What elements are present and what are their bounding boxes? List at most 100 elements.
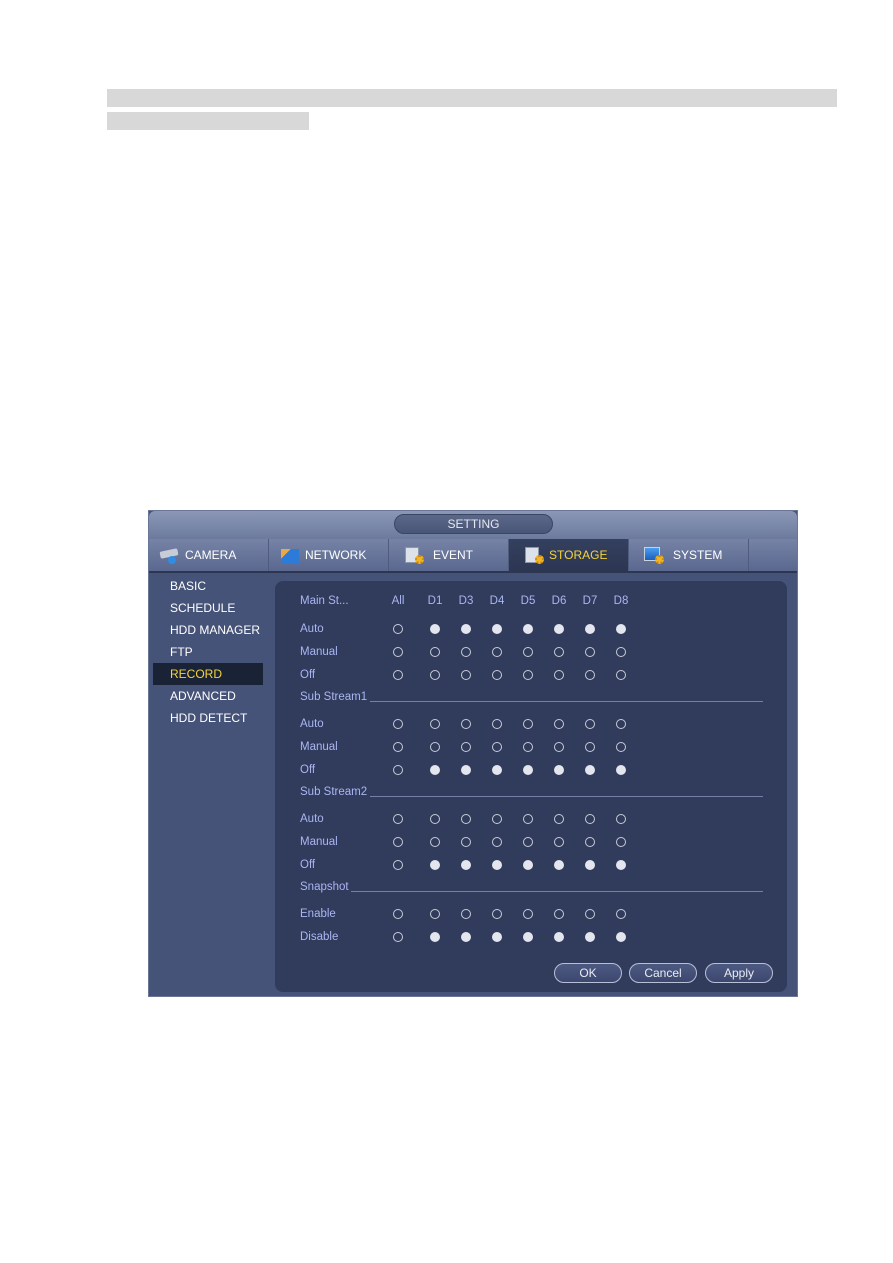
radio-button[interactable] <box>430 932 440 942</box>
radio-button[interactable] <box>492 742 502 752</box>
radio-button[interactable] <box>492 932 502 942</box>
cancel-button[interactable]: Cancel <box>629 963 697 983</box>
radio-button[interactable] <box>430 860 440 870</box>
radio-button[interactable] <box>585 719 595 729</box>
radio-button[interactable] <box>523 647 533 657</box>
radio-button[interactable] <box>492 624 502 634</box>
tab-storage[interactable]: STORAGE <box>509 539 629 571</box>
radio-button[interactable] <box>585 670 595 680</box>
radio-button[interactable] <box>585 647 595 657</box>
radio-button[interactable] <box>461 742 471 752</box>
sidebar-item-hdd-detect[interactable]: HDD DETECT <box>153 707 263 729</box>
radio-button[interactable] <box>616 719 626 729</box>
radio-button[interactable] <box>523 742 533 752</box>
radio-button[interactable] <box>523 765 533 775</box>
radio-button[interactable] <box>585 837 595 847</box>
tab-event[interactable]: EVENT <box>389 539 509 571</box>
radio-button[interactable] <box>393 860 403 870</box>
radio-button[interactable] <box>616 765 626 775</box>
tab-camera[interactable]: CAMERA <box>149 539 269 571</box>
radio-button[interactable] <box>461 860 471 870</box>
radio-button[interactable] <box>461 719 471 729</box>
sidebar-item-record[interactable]: RECORD <box>153 663 263 685</box>
radio-button[interactable] <box>616 860 626 870</box>
radio-button[interactable] <box>393 837 403 847</box>
sidebar-item-basic[interactable]: BASIC <box>153 575 263 597</box>
radio-button[interactable] <box>554 719 564 729</box>
radio-button[interactable] <box>393 647 403 657</box>
radio-button[interactable] <box>393 742 403 752</box>
radio-button[interactable] <box>523 624 533 634</box>
radio-button[interactable] <box>492 909 502 919</box>
ok-button[interactable]: OK <box>554 963 622 983</box>
radio-button[interactable] <box>585 742 595 752</box>
radio-button[interactable] <box>430 742 440 752</box>
radio-button[interactable] <box>492 765 502 775</box>
tab-system[interactable]: SYSTEM <box>629 539 749 571</box>
radio-button[interactable] <box>585 814 595 824</box>
radio-button[interactable] <box>393 765 403 775</box>
radio-button[interactable] <box>461 624 471 634</box>
radio-button[interactable] <box>554 909 564 919</box>
radio-button[interactable] <box>523 932 533 942</box>
radio-button[interactable] <box>430 909 440 919</box>
radio-button[interactable] <box>393 909 403 919</box>
radio-button[interactable] <box>523 670 533 680</box>
radio-button[interactable] <box>393 814 403 824</box>
radio-button[interactable] <box>523 837 533 847</box>
radio-button[interactable] <box>461 909 471 919</box>
radio-button[interactable] <box>492 860 502 870</box>
radio-button[interactable] <box>616 932 626 942</box>
radio-button[interactable] <box>492 719 502 729</box>
radio-button[interactable] <box>393 719 403 729</box>
radio-button[interactable] <box>393 932 403 942</box>
radio-button[interactable] <box>492 837 502 847</box>
radio-button[interactable] <box>523 909 533 919</box>
radio-button[interactable] <box>554 860 564 870</box>
radio-button[interactable] <box>585 860 595 870</box>
radio-button[interactable] <box>616 647 626 657</box>
radio-button[interactable] <box>554 647 564 657</box>
radio-button[interactable] <box>616 837 626 847</box>
sidebar-item-advanced[interactable]: ADVANCED <box>153 685 263 707</box>
radio-button[interactable] <box>393 624 403 634</box>
radio-button[interactable] <box>554 742 564 752</box>
radio-button[interactable] <box>554 932 564 942</box>
radio-button[interactable] <box>430 647 440 657</box>
radio-button[interactable] <box>616 814 626 824</box>
radio-button[interactable] <box>461 932 471 942</box>
radio-button[interactable] <box>430 670 440 680</box>
radio-button[interactable] <box>523 814 533 824</box>
radio-button[interactable] <box>585 932 595 942</box>
radio-button[interactable] <box>616 670 626 680</box>
radio-button[interactable] <box>461 814 471 824</box>
radio-button[interactable] <box>585 765 595 775</box>
radio-button[interactable] <box>461 647 471 657</box>
radio-button[interactable] <box>430 765 440 775</box>
radio-button[interactable] <box>523 860 533 870</box>
radio-button[interactable] <box>554 670 564 680</box>
tab-network[interactable]: NETWORK <box>269 539 389 571</box>
radio-button[interactable] <box>461 837 471 847</box>
radio-button[interactable] <box>616 909 626 919</box>
radio-button[interactable] <box>554 765 564 775</box>
radio-button[interactable] <box>492 647 502 657</box>
radio-button[interactable] <box>585 909 595 919</box>
sidebar-item-ftp[interactable]: FTP <box>153 641 263 663</box>
radio-button[interactable] <box>461 670 471 680</box>
radio-button[interactable] <box>554 814 564 824</box>
radio-button[interactable] <box>585 624 595 634</box>
apply-button[interactable]: Apply <box>705 963 773 983</box>
sidebar-item-hdd-manager[interactable]: HDD MANAGER <box>153 619 263 641</box>
radio-button[interactable] <box>430 719 440 729</box>
radio-button[interactable] <box>616 742 626 752</box>
radio-button[interactable] <box>554 624 564 634</box>
radio-button[interactable] <box>430 624 440 634</box>
radio-button[interactable] <box>430 814 440 824</box>
radio-button[interactable] <box>492 814 502 824</box>
radio-button[interactable] <box>430 837 440 847</box>
radio-button[interactable] <box>616 624 626 634</box>
radio-button[interactable] <box>523 719 533 729</box>
sidebar-item-schedule[interactable]: SCHEDULE <box>153 597 263 619</box>
radio-button[interactable] <box>393 670 403 680</box>
